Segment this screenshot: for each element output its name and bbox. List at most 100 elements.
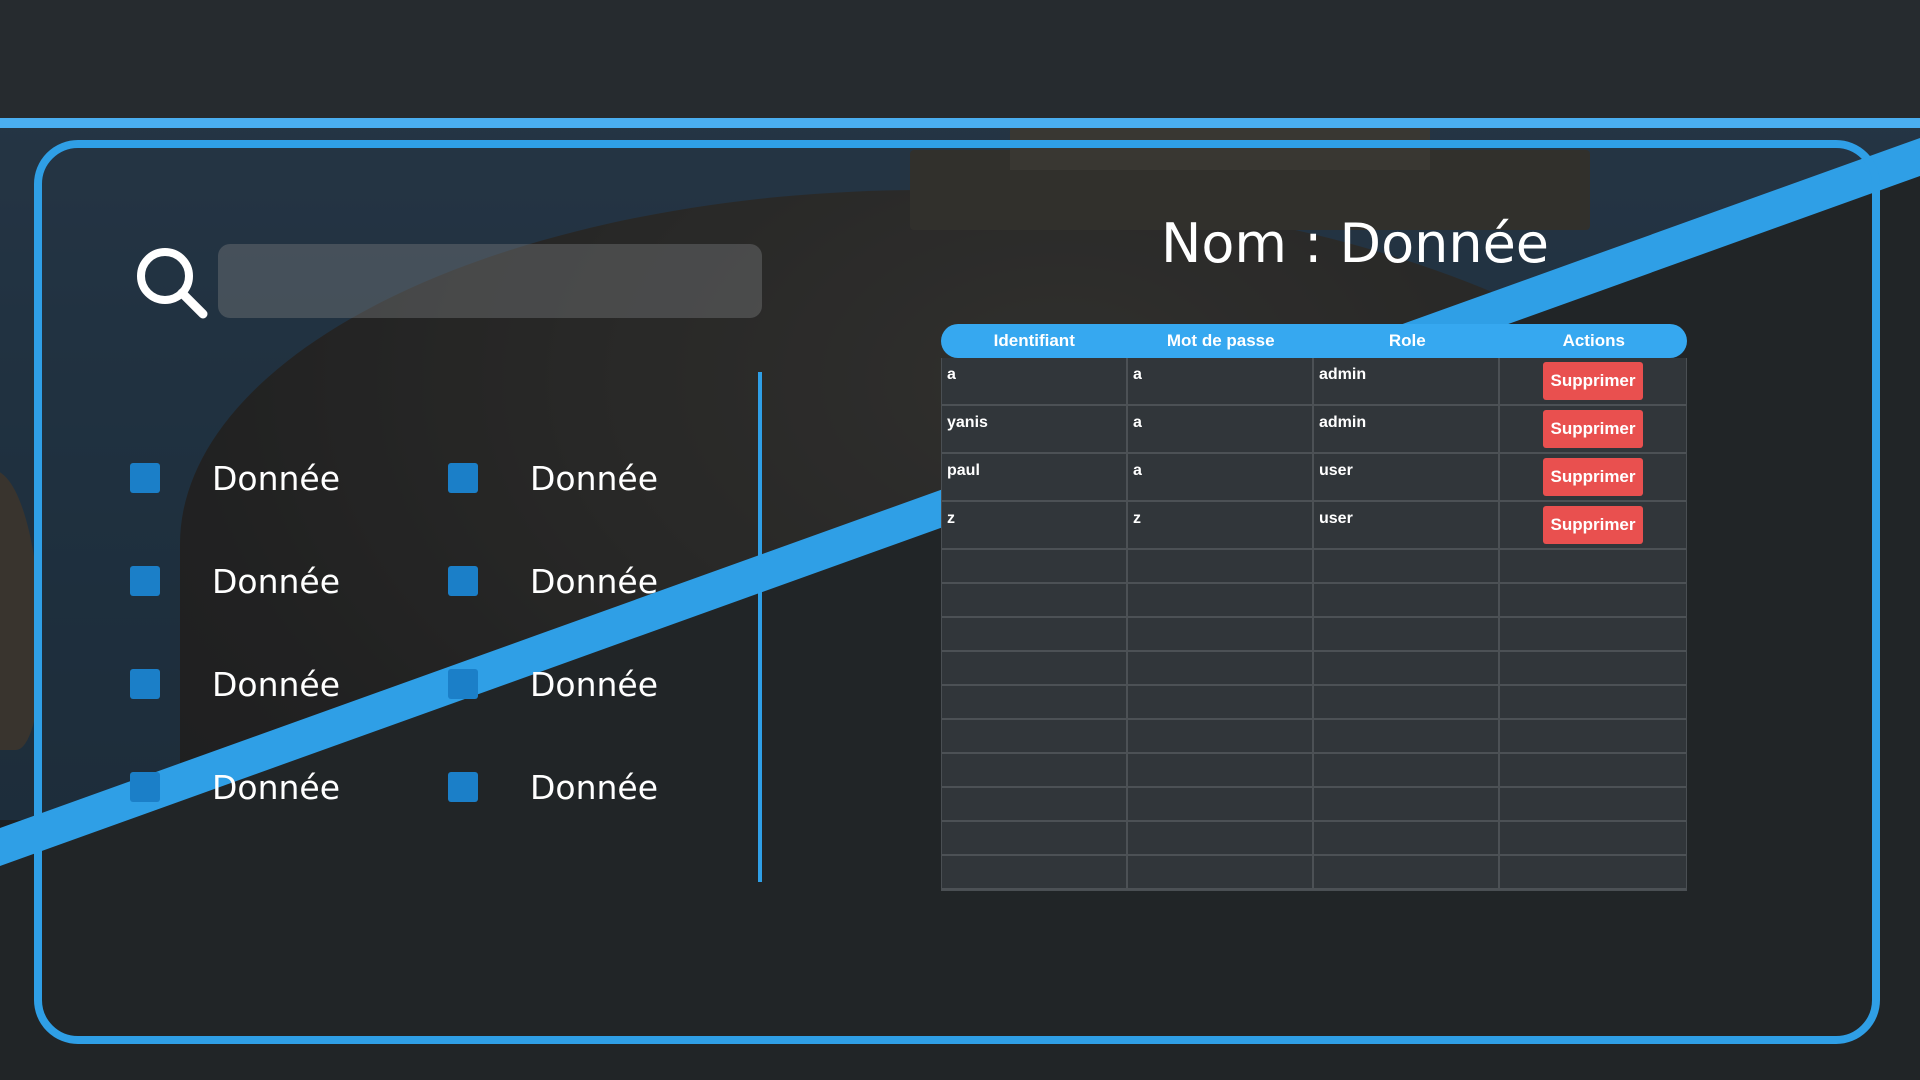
cell-identifiant: paul — [942, 454, 1128, 500]
data-item-label: Donnée — [212, 664, 341, 704]
data-item-label: Donnée — [530, 458, 659, 498]
data-item[interactable]: Donnée — [130, 664, 340, 704]
column-header-identifiant: Identifiant — [993, 331, 1075, 350]
cell-identifiant: z — [942, 502, 1128, 548]
empty-cell — [1314, 788, 1500, 820]
cell-actions: Supprimer — [1500, 358, 1686, 404]
empty-cell — [942, 652, 1128, 684]
empty-cell — [1128, 652, 1314, 684]
table-row: z z user Supprimer — [942, 502, 1686, 550]
square-icon — [448, 772, 478, 802]
empty-cell — [1128, 550, 1314, 582]
empty-cell — [1500, 822, 1686, 854]
empty-cell — [1500, 686, 1686, 718]
empty-cell — [1314, 550, 1500, 582]
cell-mot-de-passe: a — [1128, 358, 1314, 404]
square-icon — [448, 463, 478, 493]
column-header-actions: Actions — [1562, 331, 1625, 350]
square-icon — [130, 669, 160, 699]
data-item-label: Donnée — [212, 561, 341, 601]
empty-cell — [1500, 652, 1686, 684]
empty-cell — [1314, 720, 1500, 752]
empty-cell — [1314, 822, 1500, 854]
table-row: a a admin Supprimer — [942, 358, 1686, 406]
cell-actions: Supprimer — [1500, 502, 1686, 548]
data-item[interactable]: Donnée — [130, 561, 340, 601]
data-item[interactable]: Donnée — [130, 458, 340, 498]
empty-cell — [942, 720, 1128, 752]
empty-table-row — [942, 754, 1686, 788]
table-header: Identifiant Mot de passe Role Actions — [941, 324, 1687, 358]
cell-role: user — [1314, 454, 1500, 500]
empty-cell — [1128, 754, 1314, 786]
empty-cell — [1314, 686, 1500, 718]
empty-cell — [1128, 686, 1314, 718]
square-icon — [448, 669, 478, 699]
empty-cell — [942, 788, 1128, 820]
empty-cell — [1128, 720, 1314, 752]
search-input[interactable] — [218, 244, 762, 318]
empty-cell — [1128, 618, 1314, 650]
empty-cell — [942, 618, 1128, 650]
table-body: a a admin Supprimer yanis a admin Suppri… — [941, 358, 1687, 891]
data-item[interactable]: Donnée — [448, 767, 658, 807]
empty-cell — [942, 856, 1128, 888]
data-item-label: Donnée — [530, 664, 659, 704]
empty-cell — [1314, 584, 1500, 616]
data-item-label: Donnée — [212, 458, 341, 498]
search-icon[interactable] — [133, 244, 213, 324]
cell-mot-de-passe: a — [1128, 406, 1314, 452]
data-item[interactable]: Donnée — [448, 458, 658, 498]
data-item-label: Donnée — [212, 767, 341, 807]
cell-identifiant: a — [942, 358, 1128, 404]
empty-table-row — [942, 822, 1686, 856]
empty-table-row — [942, 652, 1686, 686]
empty-table-row — [942, 550, 1686, 584]
data-item[interactable]: Donnée — [130, 767, 340, 807]
empty-table-row — [942, 720, 1686, 754]
data-item-label: Donnée — [530, 767, 659, 807]
data-item[interactable]: Donnée — [448, 664, 658, 704]
delete-button[interactable]: Supprimer — [1543, 410, 1643, 448]
empty-table-row — [942, 618, 1686, 652]
delete-button[interactable]: Supprimer — [1543, 506, 1643, 544]
cell-mot-de-passe: a — [1128, 454, 1314, 500]
empty-cell — [1128, 788, 1314, 820]
cell-identifiant: yanis — [942, 406, 1128, 452]
empty-table-row — [942, 686, 1686, 720]
empty-cell — [1128, 584, 1314, 616]
empty-cell — [1500, 856, 1686, 888]
empty-cell — [1314, 754, 1500, 786]
delete-button[interactable]: Supprimer — [1543, 458, 1643, 496]
data-item-label: Donnée — [530, 561, 659, 601]
empty-cell — [1128, 822, 1314, 854]
vertical-divider — [758, 372, 762, 882]
cell-role: admin — [1314, 358, 1500, 404]
empty-table-row — [942, 584, 1686, 618]
cell-actions: Supprimer — [1500, 406, 1686, 452]
page-title: Nom : Donnée — [1160, 212, 1550, 275]
empty-cell — [1500, 720, 1686, 752]
empty-table-row — [942, 788, 1686, 822]
empty-cell — [1500, 754, 1686, 786]
cell-actions: Supprimer — [1500, 454, 1686, 500]
table-row: paul a user Supprimer — [942, 454, 1686, 502]
square-icon — [130, 463, 160, 493]
column-header-role: Role — [1388, 331, 1426, 350]
square-icon — [130, 566, 160, 596]
empty-cell — [1128, 856, 1314, 888]
column-header-mot-de-passe: Mot de passe — [1166, 331, 1275, 350]
square-icon — [130, 772, 160, 802]
empty-cell — [942, 754, 1128, 786]
data-item[interactable]: Donnée — [448, 561, 658, 601]
empty-cell — [1314, 652, 1500, 684]
delete-button[interactable]: Supprimer — [1543, 362, 1643, 400]
empty-table-row — [942, 856, 1686, 890]
cell-role: admin — [1314, 406, 1500, 452]
cell-role: user — [1314, 502, 1500, 548]
empty-cell — [1500, 584, 1686, 616]
empty-cell — [942, 686, 1128, 718]
empty-cell — [1314, 618, 1500, 650]
empty-cell — [1500, 618, 1686, 650]
table-row: yanis a admin Supprimer — [942, 406, 1686, 454]
